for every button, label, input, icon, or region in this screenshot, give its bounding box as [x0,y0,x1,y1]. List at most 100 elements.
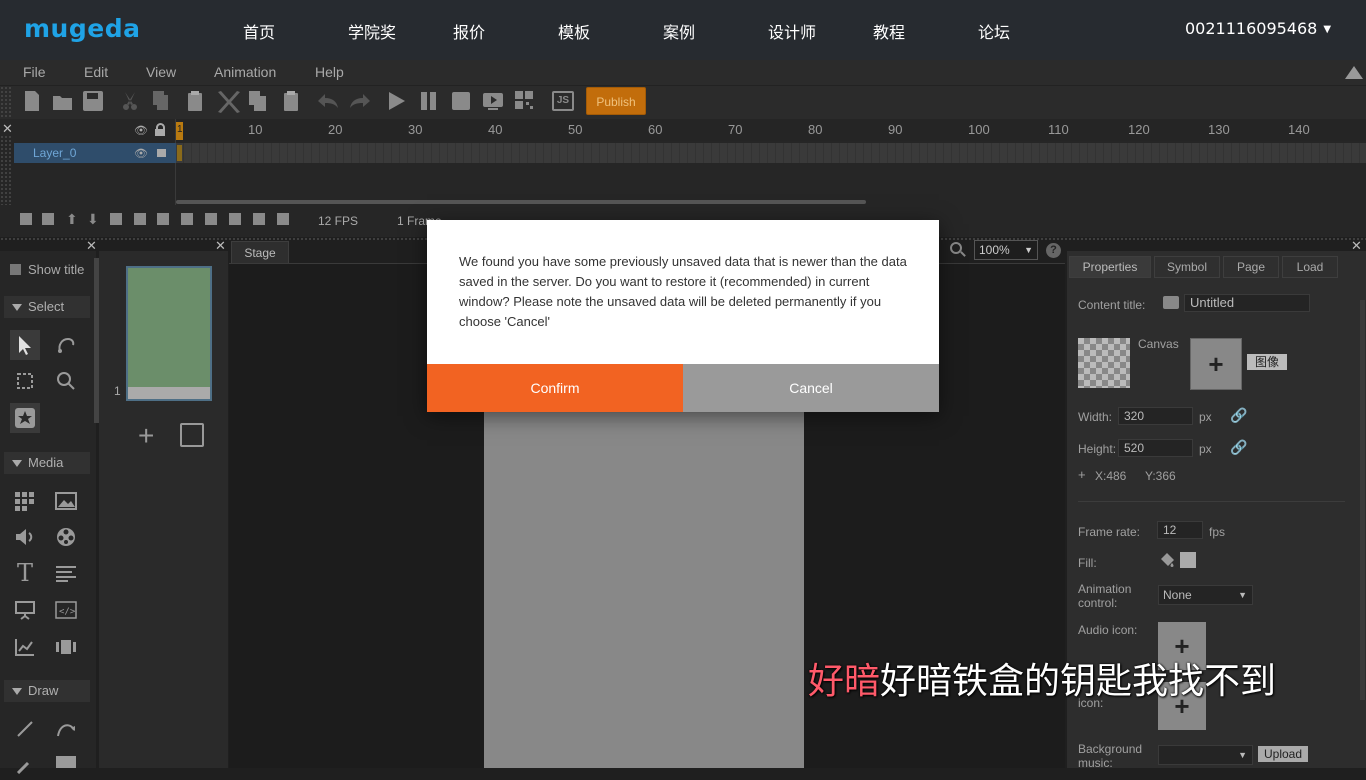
menu-edit[interactable]: Edit [84,64,108,80]
page-thumbnail[interactable] [126,266,212,401]
toolbar-grip [0,86,12,118]
select-arrow-tool[interactable] [10,330,40,360]
nav-link-designers[interactable]: 设计师 [768,19,816,43]
ruler-tick: 40 [488,122,503,137]
tween-icon[interactable] [253,213,265,225]
section-draw-label: Draw [28,683,59,698]
pencil-tool-icon[interactable] [10,750,40,780]
cancel-button[interactable]: Cancel [683,364,939,412]
section-draw[interactable]: Draw [4,680,90,702]
publish-button[interactable]: Publish [586,87,646,115]
layer-eye-icon[interactable]: 👁 [134,147,148,160]
confirm-button[interactable]: Confirm [427,364,683,412]
help-icon[interactable]: ? [1046,243,1061,258]
account-id: 0021116095468 [1185,19,1318,38]
nav-link-forum[interactable]: 论坛 [978,19,1010,43]
frame-track[interactable] [176,143,1366,163]
canvas-background-thumbnail[interactable] [1078,338,1130,388]
clear-tween-icon[interactable] [277,213,289,225]
layer-lock-icon[interactable] [157,149,166,157]
layer-name: Layer_0 [33,146,77,160]
zoom-tool[interactable] [51,366,81,396]
nav-link-pricing[interactable]: 报价 [453,19,485,43]
show-title-toggle[interactable]: Show title [10,262,84,277]
link-icon[interactable]: 🔗 [1230,407,1247,424]
collapse-panel-icon[interactable] [1345,66,1363,79]
tab-symbol[interactable]: Symbol [1154,256,1220,278]
audio-icon[interactable] [10,522,40,552]
keyframe[interactable] [177,145,182,161]
page-number: 1 [114,384,121,398]
divider [1078,501,1345,502]
chart-icon[interactable] [10,632,40,662]
blank-keyframe-icon[interactable] [229,213,241,225]
duplicate-icon [249,91,266,111]
menu-view[interactable]: View [146,64,176,80]
transform-tool[interactable] [10,366,40,396]
image-button[interactable]: 图像 [1247,354,1287,370]
upload-button[interactable]: Upload [1258,746,1308,762]
paragraph-icon[interactable] [51,558,81,588]
remove-keyframe-icon[interactable] [205,213,217,225]
tab-page[interactable]: Page [1223,256,1279,278]
height-input[interactable]: 520 [1118,439,1193,457]
duplicate-page-icon[interactable] [180,423,204,447]
menu-help[interactable]: Help [315,64,344,80]
ruler-tick: 70 [728,122,743,137]
preview-icon [483,93,503,110]
eye-icon[interactable]: 👁 [134,124,148,137]
add-canvas-image-icon[interactable]: + [1190,338,1242,390]
menu-animation[interactable]: Animation [214,64,276,80]
checkbox[interactable] [10,264,21,275]
tab-properties[interactable]: Properties [1069,256,1151,278]
fill-color-swatch[interactable] [1180,552,1196,568]
move-down-icon[interactable]: ⬇ [87,211,99,228]
add-keyframe-icon[interactable] [181,213,193,225]
slideshow-icon[interactable] [51,632,81,662]
zoom-select[interactable]: 100% ▼ [974,240,1038,260]
line-tool-icon[interactable] [10,714,40,744]
video-reel-icon[interactable] [51,522,81,552]
javascript-icon[interactable]: JS [552,91,574,111]
menu-file[interactable]: File [23,64,46,80]
image-icon[interactable] [51,486,81,516]
nav-link-tutorials[interactable]: 教程 [873,19,905,43]
rectangle-tool-icon[interactable] [56,756,76,768]
frame-rate-input[interactable]: 12 [1157,521,1203,539]
timeline-horizontal-scrollbar[interactable] [176,200,866,204]
tab-stage[interactable]: Stage [231,241,289,263]
code-icon[interactable]: </> [51,595,81,625]
section-media[interactable]: Media [4,452,90,474]
new-layer-icon[interactable] [20,213,32,225]
curve-tool-icon[interactable] [51,714,81,744]
layer-folder-icon[interactable] [42,213,54,225]
content-title-input[interactable]: Untitled [1184,294,1310,312]
nav-link-templates[interactable]: 模板 [558,19,590,43]
presentation-icon[interactable] [10,595,40,625]
paint-bucket-icon[interactable] [1158,551,1176,569]
lasso-tool[interactable] [51,330,81,360]
grid-icon[interactable] [10,486,40,516]
move-up-icon[interactable]: ⬆ [66,211,78,228]
link-icon[interactable]: 🔗 [1230,439,1247,456]
animation-control-select[interactable]: None ▼ [1158,585,1253,605]
add-page-icon[interactable]: + [138,420,154,452]
frame-ruler[interactable] [176,119,1366,141]
properties-scrollbar[interactable] [1360,300,1365,700]
camera-icon[interactable] [157,213,169,225]
nav-link-home[interactable]: 首页 [243,19,275,43]
stage-canvas[interactable] [484,360,804,768]
trash-icon[interactable] [110,213,122,225]
insert-frame-icon[interactable] [134,213,146,225]
symbol-star-tool[interactable] [10,403,40,433]
account-menu[interactable]: 0021116095468 ▼ [1185,19,1331,38]
nav-link-academy-award[interactable]: 学院奖 [348,19,396,43]
mugeda-logo[interactable]: mugeda [24,14,140,43]
width-input[interactable]: 320 [1118,407,1193,425]
nav-link-cases[interactable]: 案例 [663,19,695,43]
folder-icon[interactable] [1163,296,1179,309]
text-tool-icon[interactable]: T [10,558,40,588]
section-select[interactable]: Select [4,296,90,318]
tab-load[interactable]: Load [1282,256,1338,278]
background-music-select[interactable]: ▼ [1158,745,1253,765]
